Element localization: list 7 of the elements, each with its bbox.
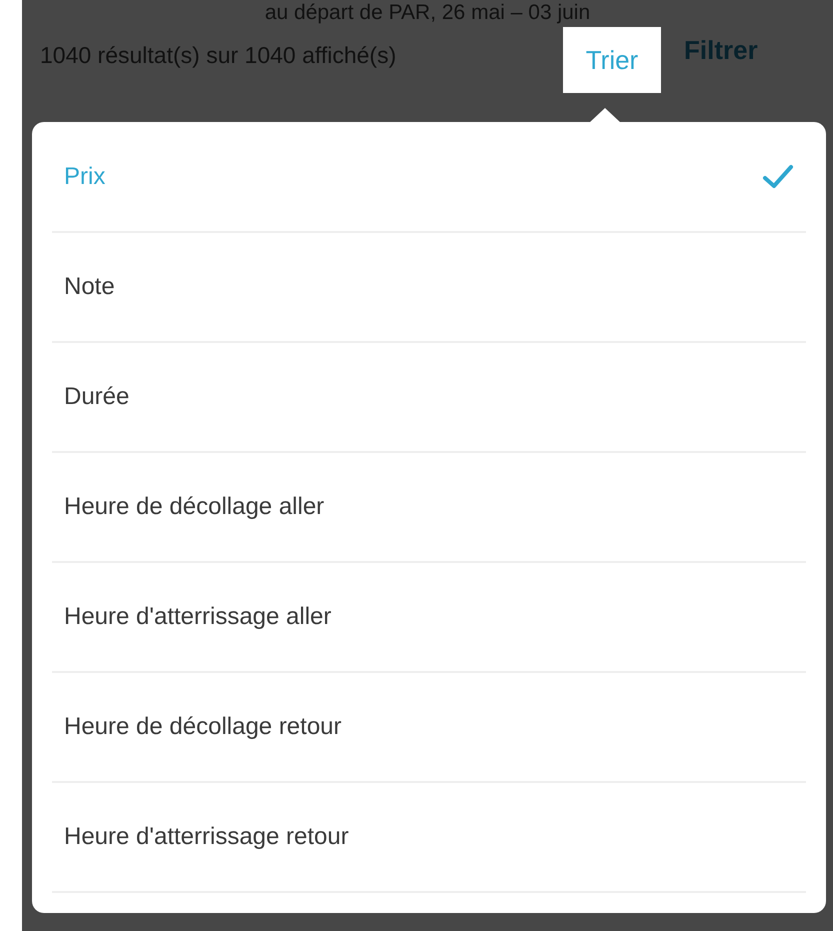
checkmark-icon — [762, 164, 794, 190]
sort-option[interactable]: Note — [52, 233, 806, 343]
sort-option[interactable]: Durée — [52, 343, 806, 453]
sort-option[interactable]: Heure d'atterrissage retour — [52, 783, 806, 893]
sort-option[interactable]: Heure de décollage retour — [52, 673, 806, 783]
sort-option[interactable]: Heure d'atterrissage aller — [52, 563, 806, 673]
sort-option[interactable]: Heure de décollage aller — [52, 453, 806, 563]
